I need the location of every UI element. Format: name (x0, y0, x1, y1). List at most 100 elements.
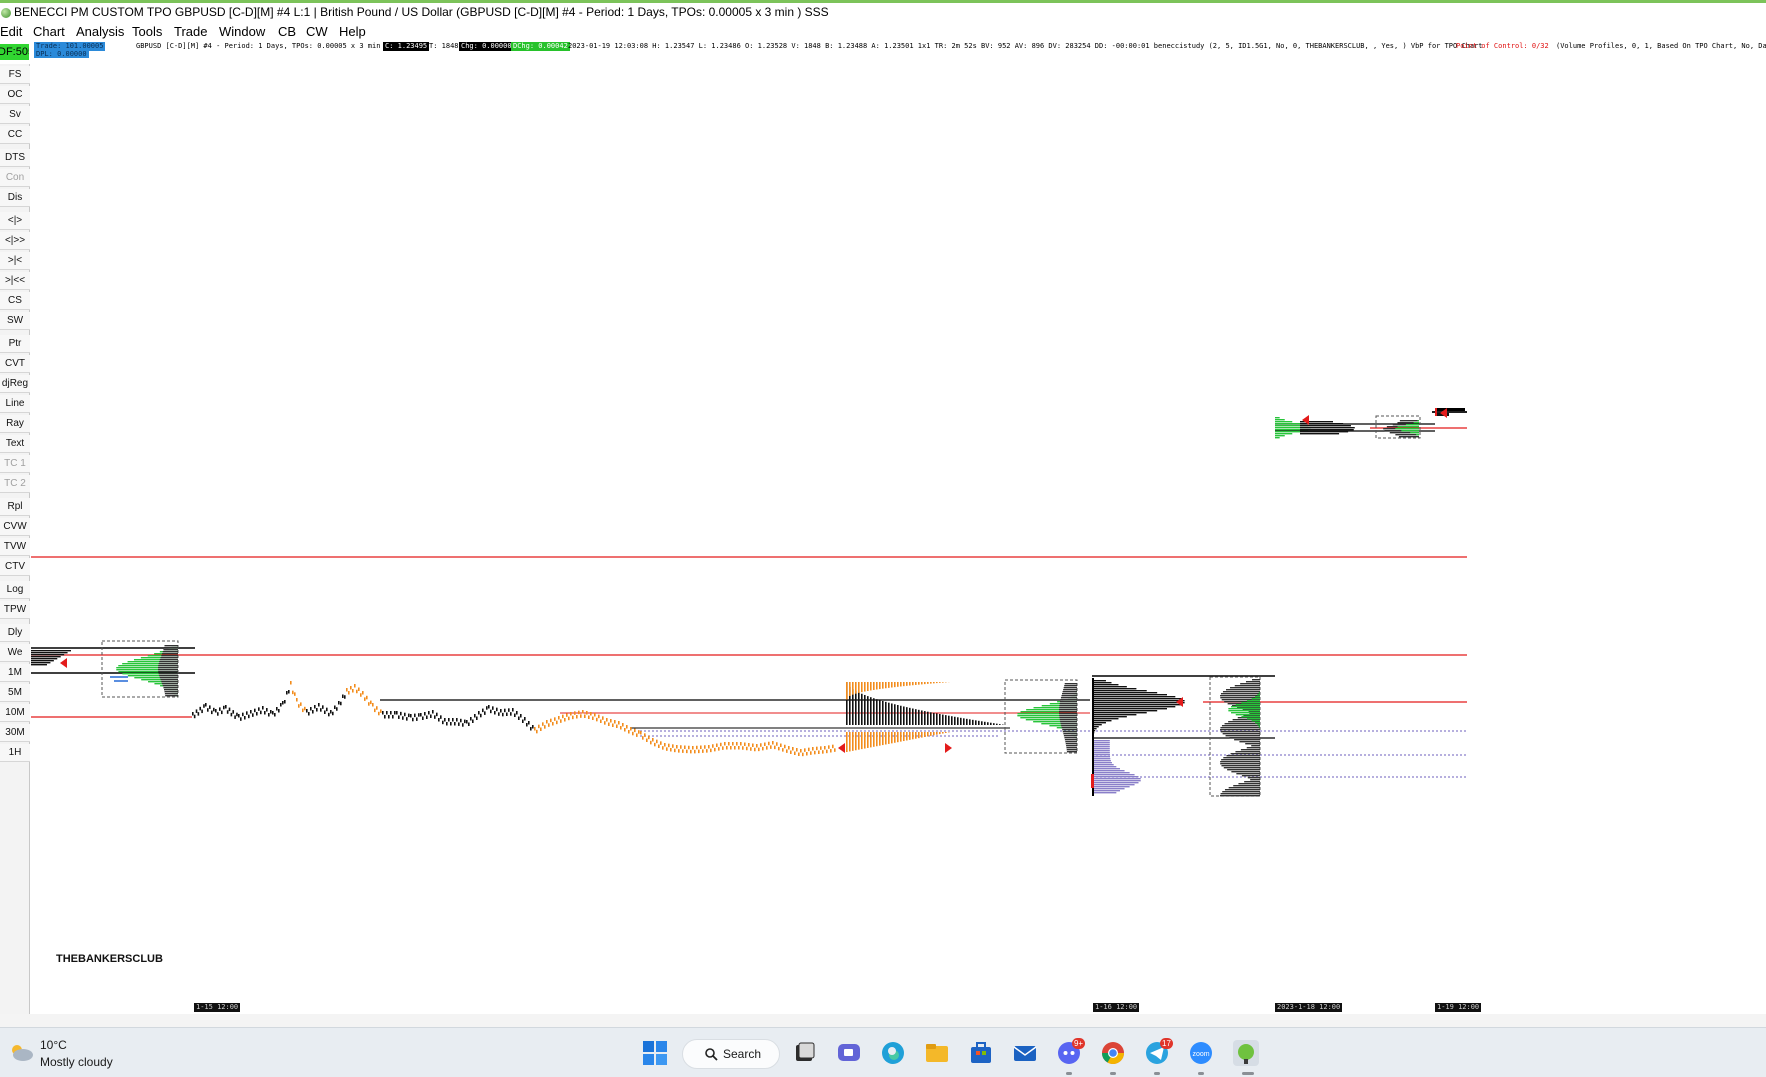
box3-black-profile-bar-733 (1222, 733, 1260, 735)
center-orange-top-858 (858, 682, 860, 693)
tool--10[interactable]: >|<< (0, 272, 30, 290)
tool-cvt-14[interactable]: CVT (0, 355, 30, 373)
tpo-print-37-3 (600, 719, 602, 723)
taskbar-search-box[interactable]: Search (682, 1039, 780, 1069)
box3-black-profile-bar-745 (1251, 745, 1260, 747)
tpo-print-42-4 (660, 741, 662, 745)
tool-we-28[interactable]: We (0, 644, 30, 662)
menu-analysis[interactable]: Analysis (76, 22, 124, 42)
tpo-print-39-2 (622, 723, 624, 727)
tool-ctv-24[interactable]: CTV (0, 558, 30, 576)
tpo-print-23-5 (442, 720, 444, 725)
box3-black-profile-bar-755 (1226, 755, 1260, 757)
tool-10m-31[interactable]: 10M (0, 704, 30, 722)
box1-black-profile-bar-671 (158, 671, 178, 673)
teams-chat-icon[interactable] (836, 1040, 862, 1066)
box3-black-profile-bar-783 (1238, 783, 1260, 785)
tool-tc-1-19[interactable]: TC 1 (0, 455, 30, 473)
box3-black-profile-bar-763 (1220, 763, 1260, 765)
day18-green-profile-bar-437 (1275, 437, 1280, 439)
tool-oc-1[interactable]: OC (0, 86, 30, 104)
trading-platform-icon[interactable] (1233, 1040, 1259, 1066)
day16-purple-profile-bar-744 (1093, 744, 1110, 746)
tpo-print-45-3 (698, 749, 700, 754)
tpo-print-1-1 (207, 708, 209, 712)
tool-30m-32[interactable]: 30M (0, 724, 30, 742)
tpo-print-45-5 (702, 749, 704, 753)
tpo-print-7-4 (280, 703, 282, 707)
tpo-print-34-0 (558, 716, 560, 720)
tpo-print-15-1 (348, 691, 350, 695)
box3-black-profile-bar-789 (1224, 789, 1260, 791)
tpo-print-42-2 (656, 739, 658, 744)
tpo-print-30-4 (520, 714, 522, 718)
tool-rpl-21[interactable]: Rpl (0, 498, 30, 516)
tool-dis-6[interactable]: Dis (0, 189, 30, 207)
edge-browser-icon[interactable] (880, 1040, 906, 1066)
tpo-print-9-1 (292, 690, 294, 695)
tool--7[interactable]: <|> (0, 212, 30, 230)
task-view-icon[interactable] (792, 1040, 818, 1066)
menu-cw[interactable]: CW (306, 22, 328, 42)
menu-cb[interactable]: CB (278, 22, 296, 42)
day16-purple-profile-bar-764 (1093, 764, 1114, 766)
tool-con-5[interactable]: Con (0, 169, 30, 187)
tool-sv-2[interactable]: Sv (0, 106, 30, 124)
tool-fs-0[interactable]: FS (0, 66, 30, 84)
tool-5m-30[interactable]: 5M (0, 684, 30, 702)
box3-black-profile-bar-689 (1226, 689, 1260, 691)
info-details: 2023-01-19 12:03:08 H: 1.23547 L: 1.2348… (568, 42, 1483, 50)
center-orange-top-906 (906, 682, 908, 686)
tool-cvw-22[interactable]: CVW (0, 518, 30, 536)
microsoft-store-icon[interactable] (968, 1040, 994, 1066)
day16-purple-profile-bar-762 (1093, 762, 1112, 764)
tool-sw-12[interactable]: SW (0, 312, 30, 330)
tool--8[interactable]: <|>> (0, 232, 30, 250)
tool-dly-27[interactable]: Dly (0, 624, 30, 642)
tool-text-18[interactable]: Text (0, 435, 30, 453)
menu-trade[interactable]: Trade (174, 22, 207, 42)
tpo-print-25-2 (460, 718, 462, 723)
tool-djreg-15[interactable]: djReg (0, 375, 30, 393)
tool-1m-29[interactable]: 1M (0, 664, 30, 682)
day18-black-profile-bar-423 (1300, 423, 1344, 425)
chrome-icon[interactable] (1100, 1040, 1126, 1066)
menu-chart[interactable]: Chart (33, 22, 65, 42)
tpo-print-22-3 (426, 715, 428, 719)
tool-ptr-13[interactable]: Ptr (0, 335, 30, 353)
tpo-chart[interactable] (31, 58, 1471, 998)
tool-dts-4[interactable]: DTS (0, 149, 30, 167)
tpo-print-24-5 (454, 722, 456, 726)
tool-1h-33[interactable]: 1H (0, 744, 30, 762)
menu-help[interactable]: Help (339, 22, 366, 42)
tpo-print-44-5 (686, 749, 688, 754)
tpo-print-41-2 (644, 733, 646, 737)
tool-cs-11[interactable]: CS (0, 292, 30, 310)
menu-edit[interactable]: Edit (0, 22, 22, 42)
weather-temperature[interactable]: 10°C (40, 1038, 67, 1052)
mail-icon[interactable] (1012, 1040, 1038, 1066)
tpo-print-54-3 (830, 749, 832, 753)
windows-start-icon[interactable] (642, 1040, 668, 1066)
tool-log-25[interactable]: Log (0, 581, 30, 599)
tpo-print-37-2 (598, 714, 600, 719)
tool--9[interactable]: >|< (0, 252, 30, 270)
tool-line-16[interactable]: Line (0, 395, 30, 413)
weather-cloud-icon[interactable] (8, 1042, 34, 1062)
tpo-print-20-6 (408, 713, 410, 718)
center-orange-bottom-933 (933, 732, 935, 736)
box2-black-profile-bar-729 (1062, 729, 1077, 731)
tool-tpw-26[interactable]: TPW (0, 601, 30, 619)
tpo-print-3-3 (230, 712, 233, 717)
tool-ray-17[interactable]: Ray (0, 415, 30, 433)
tpo-print-48-6 (752, 743, 754, 747)
menu-window[interactable]: Window (219, 22, 265, 42)
tpo-print-33-3 (552, 722, 554, 726)
tool-cc-3[interactable]: CC (0, 126, 30, 144)
menu-tools[interactable]: Tools (132, 22, 162, 42)
tool-tvw-23[interactable]: TVW (0, 538, 30, 556)
zoom-icon[interactable]: zoom (1188, 1040, 1214, 1066)
weather-description[interactable]: Mostly cloudy (40, 1055, 113, 1069)
file-explorer-icon[interactable] (924, 1040, 950, 1066)
tool-tc-2-20[interactable]: TC 2 (0, 475, 30, 493)
